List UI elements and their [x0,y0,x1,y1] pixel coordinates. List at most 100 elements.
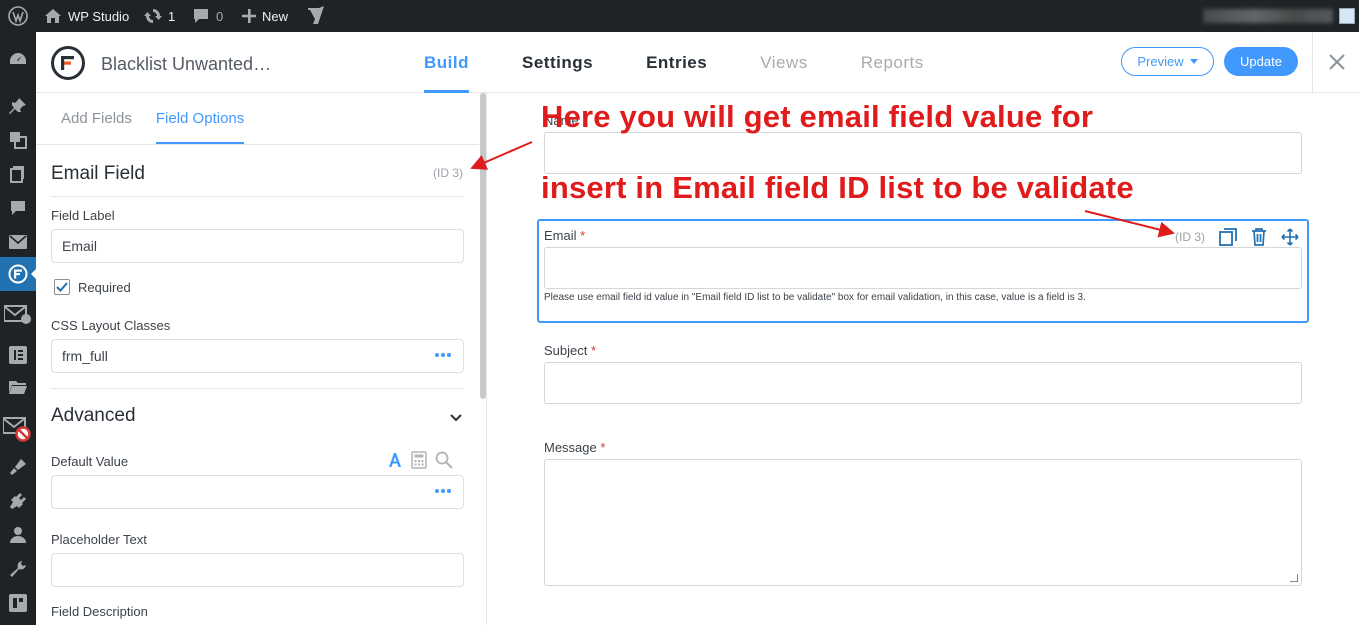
field-label-value: Email [62,238,98,254]
resize-handle-icon[interactable] [1290,574,1298,582]
preview-label: Preview [1137,54,1184,69]
calculator-icon[interactable] [411,451,427,469]
name-input[interactable] [544,132,1302,174]
placeholder-caption: Placeholder Text [51,532,147,547]
field-tools: (ID 3) [1175,228,1299,246]
message-textarea[interactable] [544,459,1302,586]
builder-tabs: Build Settings Entries Views Reports [424,32,924,93]
tab-field-options[interactable]: Field Options [155,93,245,144]
field-options-panel: Add Fields Field Options Email Field (ID… [36,93,487,625]
default-value-input[interactable] [51,475,464,509]
default-value-caption: Default Value [51,454,129,469]
tab-add-fields[interactable]: Add Fields [61,93,132,144]
appearance-icon[interactable] [0,450,36,484]
panel-tabs: Add Fields Field Options [61,93,245,144]
email-field-label: Email * [544,228,586,243]
required-marker: * [580,228,586,243]
required-checkbox[interactable] [54,279,70,295]
tab-build[interactable]: Build [424,32,469,93]
comments-link[interactable]: 0 [192,0,223,32]
tab-reports[interactable]: Reports [861,32,924,93]
more-options-icon[interactable] [435,489,451,493]
users-icon[interactable] [0,518,36,552]
divider [51,388,464,389]
admin-bar: WP Studio 1 0 New [0,0,1359,32]
settings-icon[interactable] [0,586,36,620]
description-caption: Field Description [51,604,148,619]
updates-count: 1 [168,8,176,24]
search-icon[interactable] [435,451,453,469]
update-button[interactable]: Update [1224,47,1298,76]
placeholder-input[interactable] [51,553,464,587]
css-classes-value: frm_full [62,348,108,364]
tab-entries[interactable]: Entries [646,32,707,93]
media-icon[interactable] [0,123,36,157]
required-marker: * [591,343,597,358]
site-name-link[interactable]: WP Studio [44,0,129,32]
panel-tabs-divider [36,144,479,145]
comments-icon[interactable] [0,191,36,225]
plugins-icon[interactable] [0,484,36,518]
field-label-input[interactable]: Email [51,229,464,263]
dashboard-icon[interactable] [0,43,36,77]
annotation-line-1: Here you will get email field value for [541,99,1094,134]
mail-settings-icon[interactable] [0,297,36,331]
mail-icon[interactable] [0,225,36,259]
caret-down-icon [1189,59,1198,64]
formidable-forms-icon[interactable] [0,257,37,291]
trash-icon[interactable] [1251,228,1267,246]
subject-input[interactable] [544,362,1302,404]
annotation-line-2: insert in Email field ID list to be vali… [541,170,1134,205]
required-label[interactable]: Required [78,280,131,295]
updates-icon [144,9,162,23]
css-classes-caption: CSS Layout Classes [51,318,171,333]
checkmark-icon [56,282,68,292]
site-name: WP Studio [68,8,130,24]
form-title[interactable]: Blacklist Unwanted… [101,54,271,75]
panel-scrollbar[interactable] [480,93,486,399]
move-icon[interactable] [1281,228,1299,246]
tab-views[interactable]: Views [760,32,808,93]
elementor-icon[interactable] [0,338,36,372]
wordpress-logo-icon[interactable] [8,0,28,32]
plus-icon [242,9,256,23]
subject-field-label: Subject * [544,343,597,358]
pages-icon[interactable] [0,157,36,191]
header-divider [1312,32,1313,93]
new-content-link[interactable]: New [242,0,288,32]
email-input[interactable] [544,247,1302,289]
css-classes-input[interactable]: frm_full [51,339,464,373]
folder-icon[interactable] [0,370,36,404]
message-field-label: Message * [544,440,606,455]
tools-wrench-icon[interactable] [0,552,36,586]
comment-icon [194,9,208,23]
duplicate-icon[interactable] [1219,228,1237,246]
user-name-blurred[interactable] [1203,9,1333,23]
form-builder-header: Blacklist Unwanted… Build Settings Entri… [36,32,1359,93]
divider [51,196,464,197]
blocked-mail-icon[interactable] [0,412,36,446]
comments-count: 0 [216,8,224,24]
advanced-title[interactable]: Advanced [51,405,136,427]
yoast-seo-icon[interactable] [307,0,325,32]
email-field-id: (ID 3) [1175,230,1205,244]
chevron-down-icon[interactable] [450,409,462,427]
preview-button[interactable]: Preview [1121,47,1214,76]
required-marker: * [600,440,606,455]
field-id-label: (ID 3) [433,166,463,180]
field-label-caption: Field Label [51,208,115,223]
email-field-description: Please use email field id value in "Emai… [544,292,1086,303]
text-format-icon[interactable] [387,452,403,468]
section-title: Email Field [51,163,145,184]
updates-link[interactable]: 1 [144,0,175,32]
avatar[interactable] [1339,8,1355,24]
posts-pin-icon[interactable] [0,89,36,123]
close-icon[interactable] [1325,50,1349,74]
admin-menu [0,32,37,625]
new-label: New [262,8,289,24]
tab-settings[interactable]: Settings [522,32,593,93]
formidable-logo-icon[interactable] [51,46,85,80]
default-value-tools [387,451,453,469]
home-icon [45,9,61,23]
more-options-icon[interactable] [435,353,451,357]
